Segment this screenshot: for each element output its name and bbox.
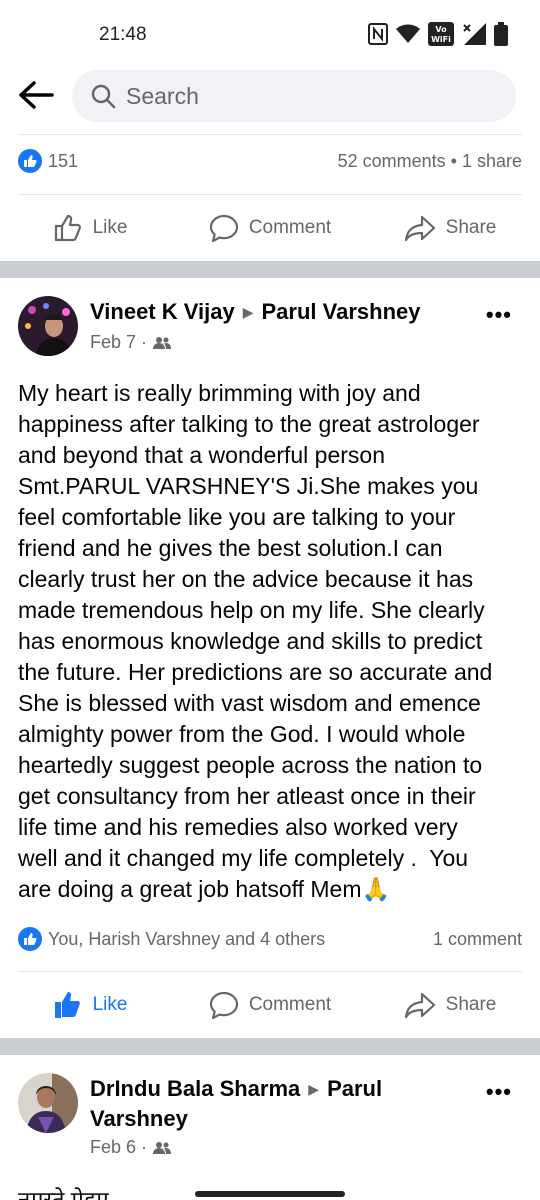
share-button[interactable]: Share [360, 198, 540, 258]
wifi-icon [396, 24, 420, 43]
reactions-text: You, Harish Varshney and 4 others [48, 928, 326, 949]
back-arrow-icon [19, 81, 54, 109]
status-time: 21:48 [99, 24, 147, 45]
post1-stats: 151 52 comments • 1 share [18, 146, 522, 176]
thumbs-up-filled-icon [54, 992, 80, 1018]
volte-wifi-icon: VoWiFi [428, 22, 454, 46]
comment-icon [209, 991, 238, 1020]
post1-divider [18, 194, 522, 195]
post-author-line: DrIndu Bala Sharma ▶ Parul Varshney [90, 1075, 470, 1133]
likes-count: 151 [48, 150, 79, 171]
like-label: Like [92, 994, 128, 1015]
share-label: Share [445, 217, 497, 238]
post1-actions: Like Comment Share [0, 198, 540, 258]
like-reaction-icon [18, 927, 42, 951]
triangle-right-icon: ▶ [242, 304, 254, 320]
comment-icon [209, 214, 238, 243]
like-reaction-icon [18, 149, 42, 173]
triangle-right-icon: ▶ [308, 1081, 320, 1097]
post2-reactions[interactable]: You, Harish Varshney and 4 others [18, 927, 325, 951]
post-date[interactable]: Feb 7 · [90, 332, 147, 353]
more-options-button[interactable]: ••• [486, 1079, 512, 1105]
search-header: Search [0, 68, 540, 134]
comment-label: Comment [248, 217, 332, 238]
header-divider [18, 134, 522, 135]
post2-stats: You, Harish Varshney and 4 others 1 comm… [18, 924, 522, 954]
like-label: Like [92, 217, 128, 238]
post-meta: Feb 7 · [90, 332, 172, 353]
like-button[interactable]: Like [0, 198, 180, 258]
friends-audience-icon [153, 1141, 172, 1154]
share-icon [404, 992, 435, 1019]
feed-separator [0, 261, 540, 278]
status-icons: Vo WiFi [368, 22, 508, 46]
search-input[interactable]: Search [72, 70, 516, 122]
signal-icon [463, 23, 486, 45]
post-author-line: Vineet K Vijay ▶ Parul Varshney [90, 298, 470, 328]
post3-header: DrIndu Bala Sharma ▶ Parul Varshney Feb 6 ·… [18, 1073, 522, 1157]
post-meta: Feb 6 · [90, 1137, 172, 1158]
target-name-line2[interactable]: Varshney [90, 1106, 188, 1131]
like-button[interactable]: Like [0, 975, 180, 1035]
thumbs-up-icon [54, 214, 81, 242]
battery-icon [494, 22, 508, 46]
more-options-button[interactable]: ••• [486, 302, 512, 328]
post3-body-peek: नमस्ते मेडम [18, 1187, 109, 1200]
author-name[interactable]: Vineet K Vijay [90, 299, 235, 324]
comment-button[interactable]: Comment [180, 198, 360, 258]
comments-count[interactable]: 1 comment [433, 929, 522, 950]
post2-divider [18, 971, 522, 972]
post2-actions: Like Comment Share [0, 975, 540, 1035]
svg-text:WiFi: WiFi [431, 35, 451, 44]
post-date[interactable]: Feb 6 · [90, 1137, 147, 1158]
post1-reactions[interactable]: 151 [18, 149, 78, 173]
share-button[interactable]: Share [360, 975, 540, 1035]
back-button[interactable] [16, 80, 56, 110]
target-name[interactable]: Parul [327, 1076, 382, 1101]
comment-label: Comment [248, 994, 332, 1015]
status-bar: 21:48 Vo WiFi [0, 0, 540, 68]
svg-text:Vo: Vo [435, 25, 447, 34]
post2-header: Vineet K Vijay ▶ Parul Varshney Feb 7 · ••… [18, 296, 522, 366]
comment-button[interactable]: Comment [180, 975, 360, 1035]
home-indicator[interactable] [195, 1191, 345, 1197]
avatar[interactable] [18, 296, 78, 356]
post-body: My heart is really brimming with joy and… [18, 380, 493, 902]
feed-separator [0, 1038, 540, 1055]
comments-shares-count[interactable]: 52 comments • 1 share [338, 151, 522, 172]
nfc-icon [368, 23, 388, 45]
share-icon [404, 215, 435, 242]
target-name[interactable]: Parul Varshney [262, 299, 421, 324]
avatar[interactable] [18, 1073, 78, 1133]
author-name[interactable]: DrIndu Bala Sharma [90, 1076, 300, 1101]
friends-audience-icon [153, 336, 172, 349]
search-placeholder: Search [126, 82, 199, 109]
share-label: Share [445, 994, 497, 1015]
search-icon [91, 84, 116, 109]
